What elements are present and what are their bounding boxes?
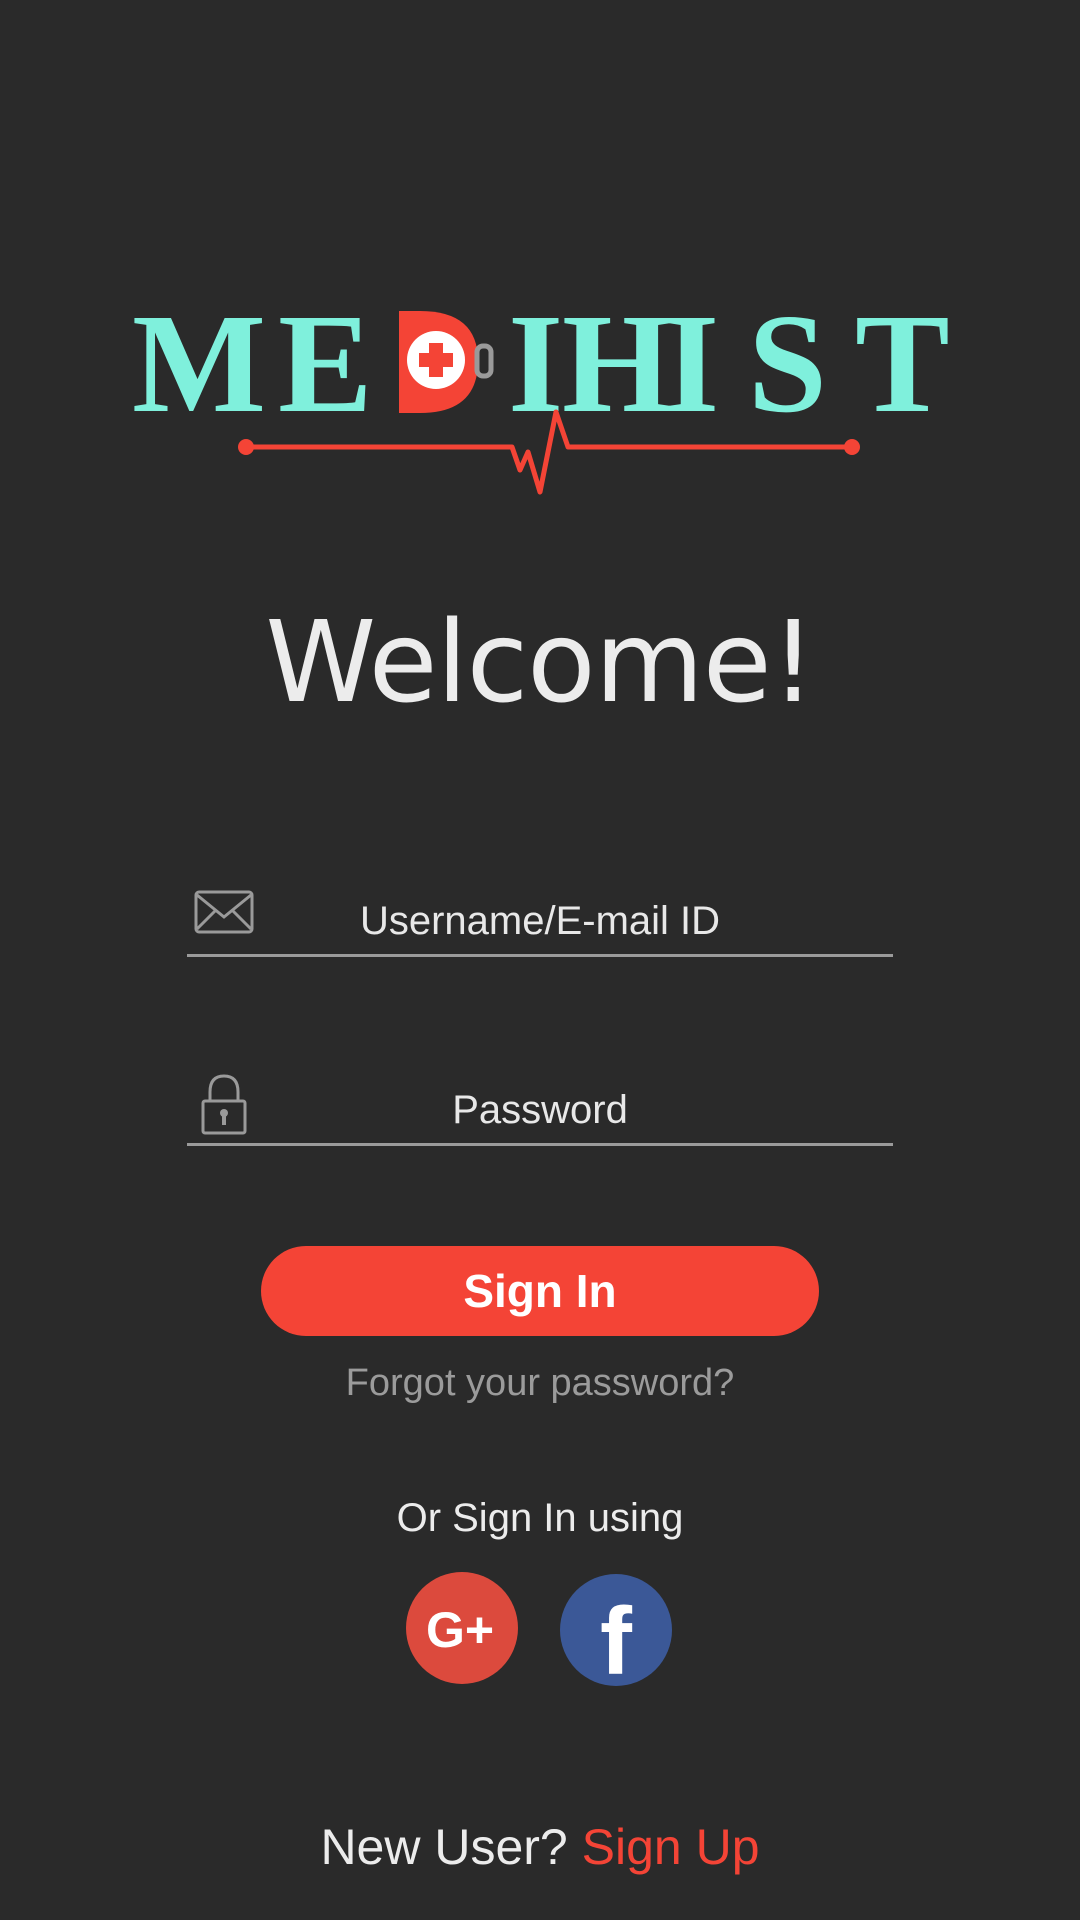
social-signin-label: Or Sign In using: [396, 1496, 684, 1540]
svg-text:H: H: [562, 284, 672, 442]
svg-text:S: S: [748, 284, 827, 442]
google-plus-icon: G+: [426, 1602, 494, 1658]
svg-text:T: T: [855, 284, 950, 442]
medihist-logo: M E I H I S T: [132, 284, 950, 495]
password-input[interactable]: Password: [187, 1087, 893, 1133]
svg-text:G+: G+: [426, 1602, 494, 1658]
sign-up-link[interactable]: Sign Up: [582, 1819, 760, 1875]
svg-text:M: M: [132, 284, 266, 442]
new-user-text: New User?: [320, 1819, 568, 1875]
svg-text:E: E: [278, 284, 373, 442]
username-input[interactable]: Username/E-mail ID: [187, 898, 893, 944]
svg-text:f: f: [600, 1588, 633, 1686]
username-field[interactable]: Username/E-mail ID: [187, 884, 893, 957]
logo-d-medkit-icon: [399, 311, 494, 413]
svg-text:I: I: [664, 284, 719, 442]
new-user-prompt: New User? Sign Up: [0, 1818, 1080, 1876]
logo-wordmark: M E I H I S T: [132, 284, 950, 442]
facebook-icon: f: [600, 1588, 633, 1686]
welcome-heading: Welcome!: [265, 598, 815, 728]
forgot-password-link[interactable]: Forgot your password?: [0, 1360, 1080, 1406]
password-field[interactable]: Password: [187, 1073, 893, 1146]
facebook-button[interactable]: f: [560, 1574, 672, 1686]
google-plus-button[interactable]: G+: [406, 1572, 518, 1684]
sign-in-button[interactable]: Sign In: [261, 1246, 819, 1336]
